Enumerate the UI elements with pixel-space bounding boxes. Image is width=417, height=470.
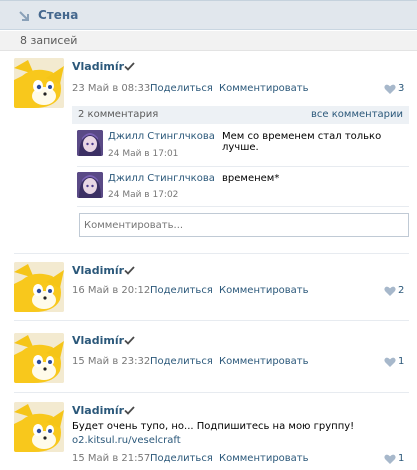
share-link[interactable]: Поделиться bbox=[150, 285, 213, 296]
comment-input[interactable] bbox=[79, 213, 409, 237]
heart-icon bbox=[384, 357, 396, 368]
avatar-image bbox=[14, 402, 64, 452]
share-link[interactable]: Поделиться bbox=[150, 453, 213, 464]
heart-icon bbox=[384, 454, 396, 465]
post-date[interactable]: 23 Май в 08:33 bbox=[72, 83, 150, 94]
like-count: 1 bbox=[398, 453, 405, 464]
avatar[interactable] bbox=[14, 58, 64, 108]
post-date[interactable]: 16 Май в 20:12 bbox=[72, 285, 150, 296]
comment-avatar-image bbox=[77, 172, 103, 198]
avatar[interactable] bbox=[14, 333, 64, 383]
post-author[interactable]: Vladimír bbox=[72, 404, 124, 417]
avatar-image bbox=[14, 333, 64, 383]
comment-author[interactable]: Джилл Стингл‌чкова bbox=[108, 173, 215, 184]
like-button[interactable]: 1 bbox=[384, 355, 417, 369]
post-date[interactable]: 15 Май в 21:57 bbox=[72, 453, 150, 464]
wall-title: Стена bbox=[38, 8, 79, 22]
verified-check-icon bbox=[124, 406, 135, 415]
avatar-image bbox=[14, 262, 64, 312]
verified-check-icon bbox=[124, 266, 135, 275]
comment-link[interactable]: Комментировать bbox=[219, 356, 309, 367]
comment-date[interactable]: 24 Май в 17:01 bbox=[108, 149, 178, 159]
avatar[interactable] bbox=[14, 262, 64, 312]
collapse-arrow-icon bbox=[19, 11, 29, 21]
like-button[interactable]: 2 bbox=[384, 284, 417, 298]
avatar[interactable] bbox=[14, 402, 64, 452]
comment-count: 2 комментария bbox=[78, 109, 159, 120]
comment-avatar[interactable] bbox=[77, 172, 103, 198]
divider bbox=[77, 166, 409, 167]
like-count: 3 bbox=[398, 83, 405, 94]
comment-link[interactable]: Комментировать bbox=[219, 285, 309, 296]
post-author[interactable]: Vladimír bbox=[72, 60, 124, 73]
post-divider bbox=[14, 253, 409, 254]
post-count: 8 записей bbox=[20, 34, 78, 47]
comment-text: Мем со временем стал только лучше. bbox=[222, 131, 382, 153]
post-divider bbox=[14, 320, 409, 321]
comments-header: 2 комментария все комментарии bbox=[72, 106, 409, 124]
post-divider bbox=[14, 392, 409, 393]
avatar-image bbox=[14, 58, 64, 108]
post-author[interactable]: Vladimír bbox=[72, 334, 124, 347]
comment-author[interactable]: Джилл Стингл‌чкова bbox=[108, 131, 215, 142]
verified-check-icon bbox=[124, 336, 135, 345]
post-count-bar: 8 записей bbox=[0, 31, 417, 51]
verified-check-icon bbox=[124, 62, 135, 71]
comment-link[interactable]: Комментировать bbox=[219, 453, 309, 464]
comment-avatar[interactable] bbox=[77, 130, 103, 156]
comment-text: временем* bbox=[222, 173, 280, 184]
like-count: 1 bbox=[398, 356, 405, 367]
like-button[interactable]: 3 bbox=[384, 82, 417, 96]
comment-date[interactable]: 24 Май в 17:02 bbox=[108, 190, 178, 200]
post-date[interactable]: 15 Май в 23:32 bbox=[72, 356, 150, 367]
like-count: 2 bbox=[398, 285, 405, 296]
like-button[interactable]: 1 bbox=[384, 452, 417, 466]
post-link[interactable]: o2.kitsul.ru/veselcraft bbox=[72, 435, 181, 446]
heart-icon bbox=[384, 84, 396, 95]
share-link[interactable]: Поделиться bbox=[150, 356, 213, 367]
heart-icon bbox=[384, 286, 396, 297]
post-author[interactable]: Vladimír bbox=[72, 264, 124, 277]
share-link[interactable]: Поделиться bbox=[150, 83, 213, 94]
post-text: Будет очень тупо, но... Подпишитесь на м… bbox=[72, 421, 355, 432]
comment-link[interactable]: Комментировать bbox=[219, 83, 309, 94]
wall-header[interactable]: Стена bbox=[0, 0, 417, 30]
comment-avatar-image bbox=[77, 130, 103, 156]
divider bbox=[77, 206, 409, 207]
all-comments-link[interactable]: все комментарии bbox=[311, 109, 403, 120]
